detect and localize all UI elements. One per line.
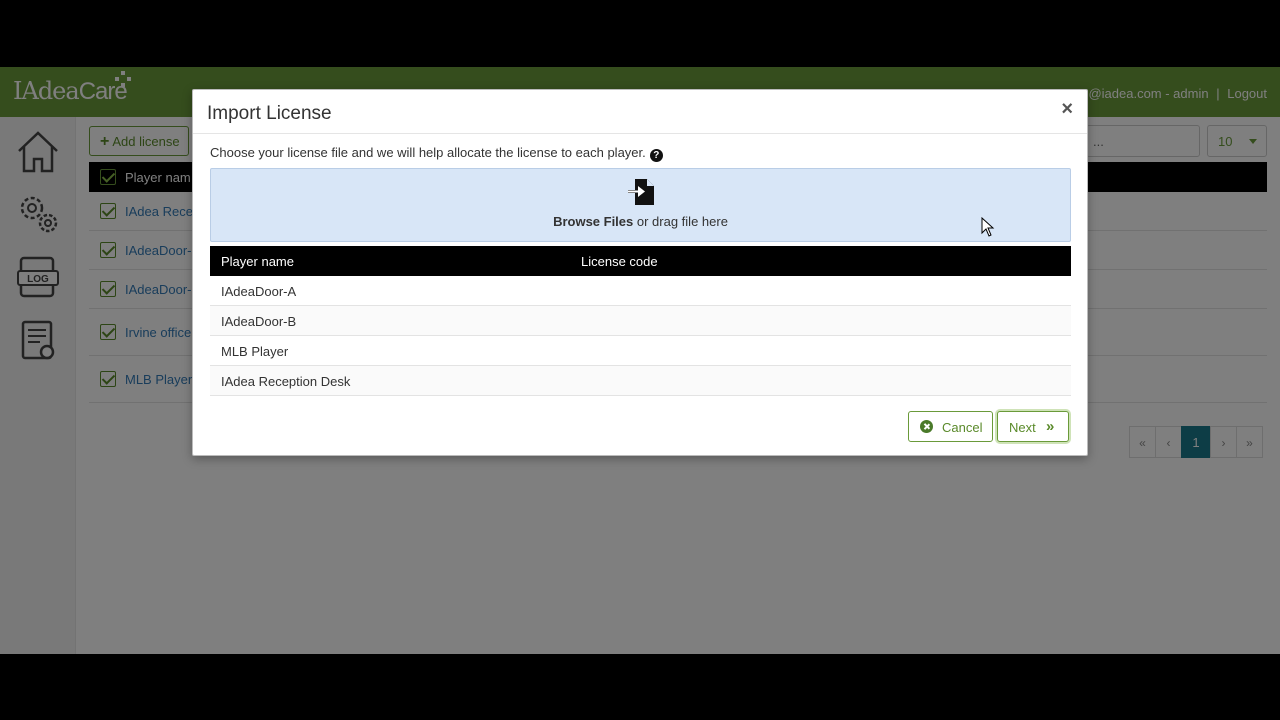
player-name-cell: IAdeaDoor-B: [221, 314, 297, 329]
import-license-dialog: Import License × Choose your license fil…: [192, 89, 1088, 456]
double-chevron-right-icon: »: [1046, 418, 1055, 435]
dialog-title: Import License: [207, 103, 332, 124]
license-table-header: Player name License code: [210, 246, 1071, 276]
app-screen: IAdeaCare @iadea.com - admin | Logout: [0, 67, 1280, 654]
table-row: IAdeaDoor-B: [210, 306, 1071, 336]
next-button[interactable]: Next »: [997, 411, 1069, 442]
close-icon[interactable]: ×: [1061, 99, 1073, 119]
dialog-header: Import License ×: [193, 90, 1087, 134]
cancel-circle-icon: [920, 420, 933, 433]
file-dropzone[interactable]: Browse Files or drag file here: [210, 168, 1071, 242]
table-row: MLB Player: [210, 336, 1071, 366]
table-row: IAdeaDoor-A: [210, 276, 1071, 306]
license-allocation-table: Player name License code IAdeaDoor-A IAd…: [210, 246, 1071, 396]
file-import-icon: [628, 179, 654, 205]
mouse-cursor-icon: [981, 217, 995, 237]
table-row: IAdea Reception Desk: [210, 366, 1071, 396]
column-header-player: Player name: [221, 254, 294, 269]
help-icon[interactable]: ?: [649, 149, 663, 162]
dropzone-label: Browse Files or drag file here: [553, 214, 728, 229]
player-name-cell: MLB Player: [221, 344, 289, 359]
player-name-cell: IAdeaDoor-A: [221, 284, 297, 299]
cancel-button[interactable]: Cancel: [908, 411, 993, 442]
player-name-cell: IAdea Reception Desk: [221, 374, 351, 389]
browse-files-link[interactable]: Browse Files: [553, 214, 633, 229]
dialog-instructions: Choose your license file and we will hel…: [210, 145, 663, 162]
column-header-license: License code: [581, 254, 658, 269]
